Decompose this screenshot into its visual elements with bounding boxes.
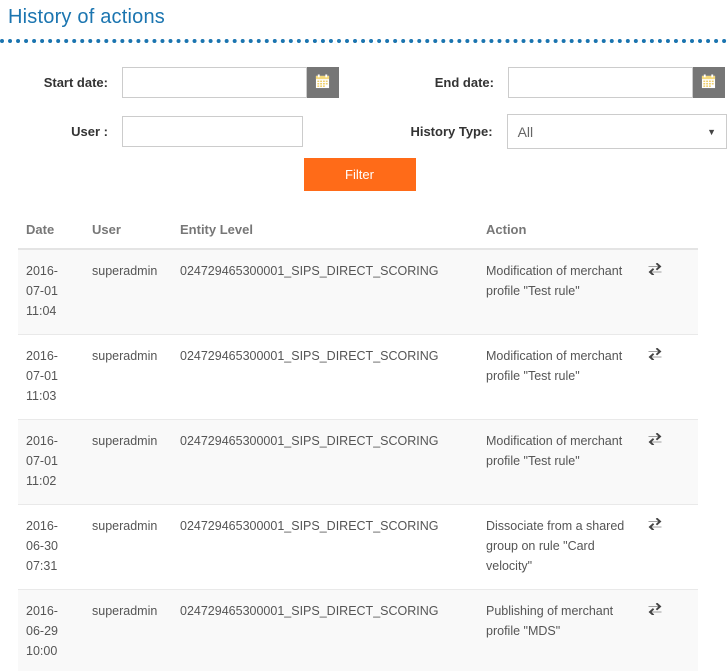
filter-form: Start date: End date: User: History Typ… xyxy=(0,43,727,191)
cell-date: 2016-06-30 07:31 xyxy=(18,504,84,590)
table-row[interactable]: 2016-06-29 10:00 superadmin 02472946530000… xyxy=(18,589,698,671)
end-date-input-group xyxy=(508,67,725,98)
filter-button[interactable]: Filter xyxy=(303,158,416,191)
cell-date: 2016-06-29 10:00 xyxy=(18,589,84,671)
table-row[interactable]: 2016-07-01 11:02 superadmin 02472946530000… xyxy=(18,419,698,505)
cell-action: Modification of merchant profile "Test r… xyxy=(478,334,640,420)
form-row-user-type: User : History Type: All ▼ xyxy=(0,114,727,149)
cell-user: superadmin xyxy=(84,334,172,420)
exchange-arrows-icon[interactable] xyxy=(648,516,662,531)
chevron-down-icon: ▼ xyxy=(707,126,716,137)
cell-entity-level: 024729465300001_SIPS_DIRECT_SCORING xyxy=(172,504,478,590)
filter-button-row: Filter xyxy=(0,149,727,191)
history-type-label: History Type: xyxy=(410,124,493,139)
table-row[interactable]: 2016-07-01 11:03 superadmin 02472946530000… xyxy=(18,334,698,420)
column-header-entity-level[interactable]: Entity Level xyxy=(172,222,478,250)
exchange-arrows-icon[interactable] xyxy=(648,431,662,446)
start-date-input-group xyxy=(122,67,339,98)
table-row[interactable]: 2016-06-30 07:31 superadmin 02472946530000… xyxy=(18,504,698,590)
start-date-calendar-button[interactable] xyxy=(307,67,339,98)
end-date-label: End date: xyxy=(434,75,494,90)
start-date-input[interactable] xyxy=(122,67,307,98)
cell-row-action xyxy=(640,589,698,671)
cell-action: Publishing of merchant profile "MDS" xyxy=(478,589,640,671)
exchange-arrows-icon[interactable] xyxy=(648,346,662,361)
cell-action: Modification of merchant profile "Test r… xyxy=(478,249,640,335)
cell-row-action xyxy=(640,419,698,505)
calendar-icon xyxy=(701,73,716,92)
page-header: History of actions xyxy=(0,0,727,43)
column-header-user[interactable]: User xyxy=(84,222,172,250)
cell-user: superadmin xyxy=(84,504,172,590)
history-table: Date User Entity Level Action 2016-07-01… xyxy=(18,222,698,671)
table-header-row: Date User Entity Level Action xyxy=(18,222,698,250)
cell-date: 2016-07-01 11:02 xyxy=(18,419,84,505)
history-table-head: Date User Entity Level Action xyxy=(18,222,698,250)
cell-row-action xyxy=(640,334,698,420)
exchange-arrows-icon[interactable] xyxy=(648,601,662,616)
table-row[interactable]: 2016-07-01 11:04 superadmin 02472946530000… xyxy=(18,249,698,335)
end-date-calendar-button[interactable] xyxy=(693,67,725,98)
cell-entity-level: 024729465300001_SIPS_DIRECT_SCORING xyxy=(172,589,478,671)
history-type-group: History Type: All ▼ xyxy=(382,114,727,149)
user-label: User : xyxy=(71,124,108,139)
exchange-arrows-icon[interactable] xyxy=(648,261,662,276)
history-type-select[interactable]: All ▼ xyxy=(506,114,727,149)
calendar-icon xyxy=(315,73,330,92)
history-table-wrapper: Date User Entity Level Action 2016-07-01… xyxy=(18,222,698,671)
cell-row-action xyxy=(640,504,698,590)
cell-entity-level: 024729465300001_SIPS_DIRECT_SCORING xyxy=(172,334,478,420)
column-header-date[interactable]: Date xyxy=(18,222,84,250)
cell-entity-level: 024729465300001_SIPS_DIRECT_SCORING xyxy=(172,249,478,335)
user-input[interactable] xyxy=(122,116,303,147)
history-type-selected-value: All xyxy=(517,123,534,140)
end-date-input[interactable] xyxy=(508,67,693,98)
cell-date: 2016-07-01 11:04 xyxy=(18,249,84,335)
cell-action: Dissociate from a shared group on rule "… xyxy=(478,504,640,590)
history-of-actions-page: History of actions Start date: End date:… xyxy=(0,0,727,671)
history-table-body: 2016-07-01 11:04 superadmin 02472946530000… xyxy=(18,249,698,671)
start-date-label: Start date: xyxy=(43,75,108,90)
cell-user: superadmin xyxy=(84,589,172,671)
form-row-dates: Start date: End date: xyxy=(0,67,727,98)
cell-row-action xyxy=(640,249,698,335)
cell-date: 2016-07-01 11:03 xyxy=(18,334,84,420)
page-title: History of actions xyxy=(8,6,165,28)
cell-user: superadmin xyxy=(84,419,172,505)
cell-action: Modification of merchant profile "Test r… xyxy=(478,419,640,505)
start-date-group: Start date: xyxy=(0,67,382,98)
column-header-action[interactable]: Action xyxy=(478,222,640,250)
cell-user: superadmin xyxy=(84,249,172,335)
user-group: User : xyxy=(0,116,382,147)
column-header-actions-icon xyxy=(640,222,698,250)
end-date-group: End date: xyxy=(382,67,727,98)
cell-entity-level: 024729465300001_SIPS_DIRECT_SCORING xyxy=(172,419,478,505)
